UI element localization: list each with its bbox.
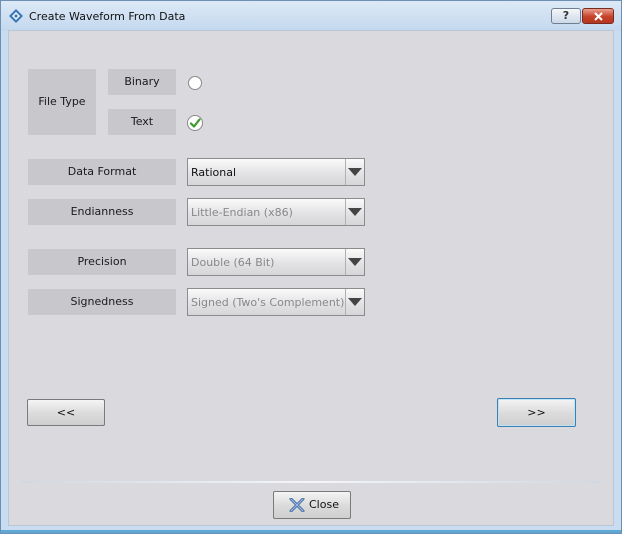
- endianness-value: Little-Endian (x86): [191, 206, 293, 219]
- help-button[interactable]: ?: [551, 8, 581, 24]
- signedness-value: Signed (Two's Complement): [191, 296, 345, 309]
- data-format-dropdown-arrow[interactable]: [345, 159, 364, 185]
- close-icon: [594, 12, 603, 21]
- dialog-window: Create Waveform From Data ? File Type Bi…: [0, 0, 622, 534]
- back-button[interactable]: <<: [27, 399, 105, 426]
- endianness-select[interactable]: Little-Endian (x86): [187, 198, 365, 226]
- text-radio[interactable]: [187, 115, 203, 131]
- window-title: Create Waveform From Data: [29, 10, 186, 23]
- chevron-down-icon: [348, 208, 362, 216]
- divider: [21, 481, 601, 483]
- help-icon: ?: [562, 9, 570, 22]
- window-bottom-border: [1, 530, 621, 533]
- data-format-select[interactable]: Rational: [187, 158, 365, 186]
- chevron-down-icon: [348, 298, 362, 306]
- data-format-label: Data Format: [28, 159, 176, 185]
- window-close-button[interactable]: [582, 8, 614, 24]
- checkmark-icon: [189, 118, 201, 128]
- precision-label: Precision: [28, 249, 176, 275]
- chevron-down-icon: [348, 258, 362, 266]
- precision-dropdown-arrow[interactable]: [345, 249, 364, 275]
- next-button[interactable]: >>: [497, 398, 576, 427]
- app-logo-icon: [9, 9, 23, 23]
- precision-value: Double (64 Bit): [191, 256, 275, 269]
- signedness-label: Signedness: [28, 289, 176, 315]
- chevron-down-icon: [348, 168, 362, 176]
- endianness-dropdown-arrow[interactable]: [345, 199, 364, 225]
- close-x-icon: [289, 498, 305, 512]
- precision-select[interactable]: Double (64 Bit): [187, 248, 365, 276]
- close-button[interactable]: Close: [273, 491, 351, 519]
- binary-label: Binary: [108, 69, 176, 95]
- signedness-dropdown-arrow[interactable]: [345, 289, 364, 315]
- endianness-label: Endianness: [28, 199, 176, 225]
- title-bar[interactable]: Create Waveform From Data ?: [1, 1, 621, 31]
- text-label: Text: [108, 109, 176, 135]
- signedness-select[interactable]: Signed (Two's Complement): [187, 288, 365, 316]
- file-type-label: File Type: [28, 69, 96, 135]
- dialog-body: File Type Binary Text Data Format Ration…: [8, 30, 614, 526]
- data-format-value: Rational: [191, 166, 237, 179]
- binary-radio[interactable]: [188, 76, 202, 90]
